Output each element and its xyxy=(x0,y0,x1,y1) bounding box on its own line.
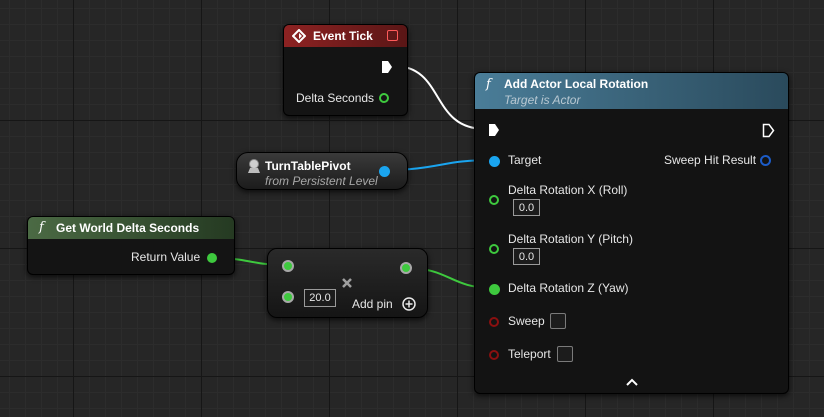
function-icon: f xyxy=(486,77,491,92)
turntable-subtitle: from Persistent Level xyxy=(265,174,378,188)
add-rotation-title: Add Actor Local Rotation xyxy=(504,77,649,91)
delegate-square-icon[interactable] xyxy=(387,30,398,41)
function-icon: f xyxy=(39,220,44,235)
event-tick-header: Event Tick xyxy=(284,25,407,47)
add-pin-icon[interactable] xyxy=(402,297,416,311)
return-value-pin[interactable] xyxy=(207,253,217,263)
turntable-out-pin[interactable] xyxy=(379,166,390,177)
multiply-node[interactable]: 20.0 Add pin xyxy=(267,248,428,318)
sweep-label: Sweep xyxy=(508,314,545,328)
world-delta-header: f Get World Delta Seconds xyxy=(28,217,234,239)
teleport-checkbox[interactable] xyxy=(557,346,573,362)
exec-then-pin[interactable] xyxy=(762,123,775,138)
multiply-icon xyxy=(342,278,352,288)
event-tick-node[interactable]: Event Tick Delta Seconds xyxy=(283,24,408,116)
sweep-pin[interactable] xyxy=(489,317,499,327)
multiply-output-pin[interactable] xyxy=(400,262,412,274)
add-actor-local-rotation-node[interactable]: f Add Actor Local Rotation Target is Act… xyxy=(474,72,789,394)
turntable-pivot-node[interactable]: TurnTablePivot from Persistent Level xyxy=(236,152,408,190)
pitch-label: Delta Rotation Y (Pitch) xyxy=(508,232,633,246)
turntable-title: TurnTablePivot xyxy=(265,159,351,173)
add-rotation-header: f Add Actor Local Rotation Target is Act… xyxy=(475,73,788,109)
sweep-hit-result-label: Sweep Hit Result xyxy=(664,153,757,167)
yaw-label: Delta Rotation Z (Yaw) xyxy=(508,281,629,295)
roll-label: Delta Rotation X (Roll) xyxy=(508,183,628,197)
multiply-value-input[interactable]: 20.0 xyxy=(304,289,336,307)
event-tick-title: Event Tick xyxy=(313,29,373,43)
pitch-pin[interactable] xyxy=(489,244,499,254)
roll-pin[interactable] xyxy=(489,195,499,205)
exec-out-pin[interactable] xyxy=(381,60,393,74)
get-world-delta-seconds-node[interactable]: f Get World Delta Seconds Return Value xyxy=(27,216,235,275)
delta-seconds-label: Delta Seconds xyxy=(296,91,375,105)
teleport-pin[interactable] xyxy=(489,350,499,360)
yaw-pin[interactable] xyxy=(489,284,500,295)
delta-seconds-pin[interactable] xyxy=(379,93,389,103)
sweep-checkbox[interactable] xyxy=(550,313,566,329)
multiply-input-a-pin[interactable] xyxy=(282,260,294,272)
actor-reference-icon xyxy=(248,159,260,173)
multiply-input-b-pin[interactable] xyxy=(282,291,294,303)
sweep-hit-result-pin[interactable] xyxy=(760,155,771,166)
return-value-label: Return Value xyxy=(131,250,201,264)
world-delta-title: Get World Delta Seconds xyxy=(56,221,200,235)
event-diamond-icon xyxy=(292,29,306,43)
target-label: Target xyxy=(508,153,542,167)
add-rotation-subtitle: Target is Actor xyxy=(504,93,581,107)
target-pin[interactable] xyxy=(489,156,500,167)
roll-value-input[interactable]: 0.0 xyxy=(513,199,540,216)
pitch-value-input[interactable]: 0.0 xyxy=(513,248,540,265)
exec-in-pin[interactable] xyxy=(488,123,500,137)
teleport-label: Teleport xyxy=(508,347,551,361)
add-pin-label[interactable]: Add pin xyxy=(352,297,393,311)
chevron-up-icon[interactable] xyxy=(626,378,638,386)
